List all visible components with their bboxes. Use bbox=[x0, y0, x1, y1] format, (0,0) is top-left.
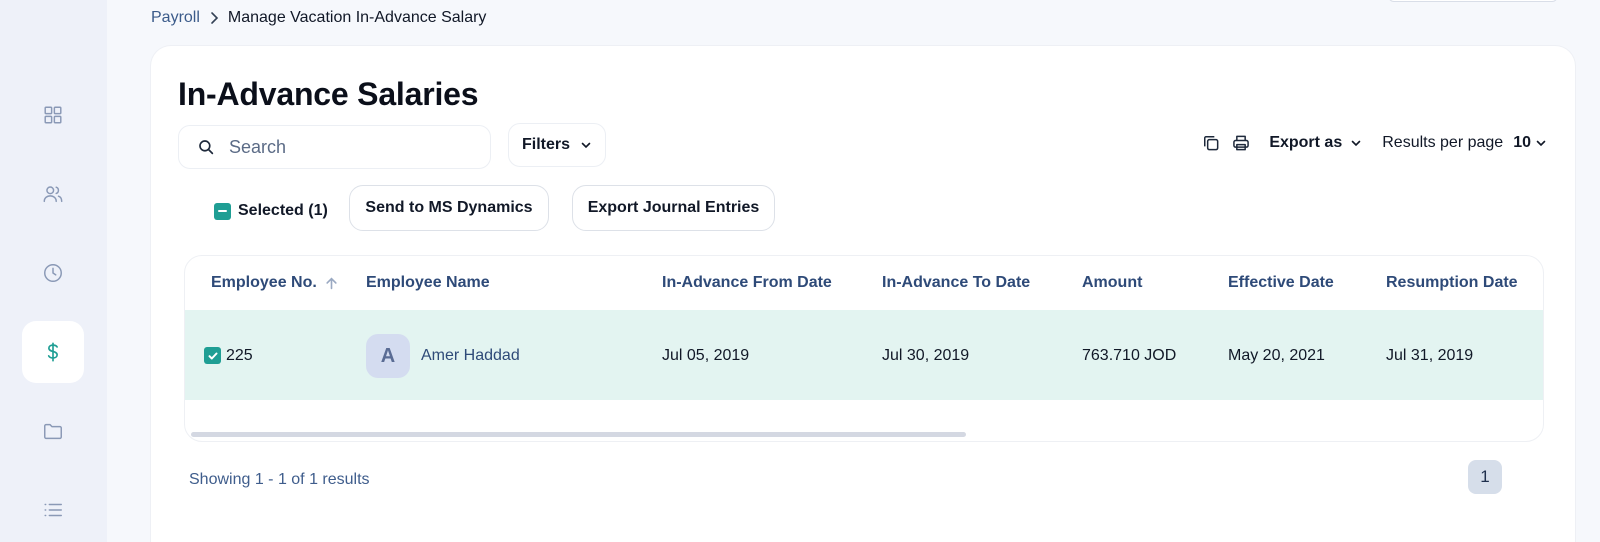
cell-to-date: Jul 30, 2019 bbox=[882, 347, 970, 364]
export-as-dropdown[interactable]: Export as bbox=[1269, 134, 1362, 152]
nav-dashboard[interactable] bbox=[22, 84, 84, 146]
cell-from-date: Jul 05, 2019 bbox=[662, 347, 750, 364]
results-per-page-select[interactable]: 10 bbox=[1513, 134, 1547, 152]
breadcrumb-payroll-link[interactable]: Payroll bbox=[151, 9, 200, 27]
nav-documents[interactable] bbox=[22, 400, 84, 462]
chevron-down-icon bbox=[1536, 140, 1546, 147]
column-header-effective-date[interactable]: Effective Date bbox=[1228, 274, 1334, 292]
send-to-ms-dynamics-button[interactable]: Send to MS Dynamics bbox=[349, 185, 549, 231]
column-header-to-date[interactable]: In-Advance To Date bbox=[882, 274, 1030, 292]
chevron-down-icon bbox=[581, 142, 591, 149]
content-card: In-Advance Salaries Filters Export as Re… bbox=[151, 46, 1575, 542]
column-label: Employee No. bbox=[211, 274, 317, 291]
page-title: In-Advance Salaries bbox=[178, 76, 479, 112]
selected-count-label: Selected (1) bbox=[238, 202, 328, 219]
nav-list[interactable] bbox=[22, 479, 84, 541]
results-per-page-label: Results per page bbox=[1382, 134, 1504, 151]
chevron-down-icon bbox=[1351, 140, 1361, 147]
clock-icon bbox=[44, 264, 62, 282]
horizontal-scrollbar[interactable] bbox=[191, 432, 966, 437]
avatar: A bbox=[366, 334, 410, 378]
export-as-label: Export as bbox=[1269, 134, 1343, 151]
breadcrumb-current: Manage Vacation In-Advance Salary bbox=[227, 9, 487, 26]
cell-employee-name-link[interactable]: Amer Haddad bbox=[421, 347, 520, 365]
row-checkbox[interactable] bbox=[204, 347, 221, 364]
sort-arrow-up-icon[interactable] bbox=[325, 276, 338, 290]
nav-employees[interactable] bbox=[22, 163, 84, 225]
selected-indicator[interactable]: Selected (1) bbox=[214, 202, 328, 220]
nav-payroll[interactable] bbox=[22, 321, 84, 383]
filters-button[interactable]: Filters bbox=[508, 123, 606, 167]
dollar-icon bbox=[47, 342, 58, 362]
search-input[interactable] bbox=[229, 136, 449, 158]
grid-icon bbox=[44, 106, 62, 124]
search-icon bbox=[199, 140, 214, 155]
table-row[interactable]: 225 A Amer Haddad Jul 05, 2019 Jul 30, 2… bbox=[185, 310, 1543, 400]
nav-attendance[interactable] bbox=[22, 242, 84, 304]
checkmark-icon bbox=[208, 352, 217, 359]
users-icon bbox=[43, 186, 63, 203]
data-table: Employee No. Employee Name In-Advance Fr… bbox=[184, 255, 1544, 442]
column-header-employee-no[interactable]: Employee No. bbox=[211, 274, 338, 292]
results-per-page-value: 10 bbox=[1513, 134, 1531, 151]
column-header-amount[interactable]: Amount bbox=[1082, 274, 1142, 292]
column-header-resumption-date[interactable]: Resumption Date bbox=[1386, 274, 1518, 292]
export-journal-entries-button[interactable]: Export Journal Entries bbox=[572, 185, 775, 231]
column-header-employee-name[interactable]: Employee Name bbox=[366, 274, 490, 292]
select-all-checkbox[interactable] bbox=[214, 202, 231, 220]
list-icon bbox=[44, 503, 62, 517]
toolbar-right: Export as Results per page 10 bbox=[1201, 133, 1547, 153]
top-right-control[interactable] bbox=[1388, 0, 1558, 2]
column-header-from-date[interactable]: In-Advance From Date bbox=[662, 274, 832, 292]
filters-label: Filters bbox=[521, 136, 570, 153]
breadcrumb: Payroll Manage Vacation In-Advance Salar… bbox=[151, 9, 486, 27]
copy-icon[interactable] bbox=[1201, 133, 1221, 153]
cell-resumption-date: Jul 31, 2019 bbox=[1386, 347, 1474, 364]
cell-effective-date: May 20, 2021 bbox=[1228, 347, 1325, 364]
cell-amount: 763.710 JOD bbox=[1082, 347, 1177, 364]
folder-icon bbox=[44, 423, 62, 440]
page-button-1[interactable]: 1 bbox=[1468, 460, 1502, 494]
chevron-right-icon bbox=[208, 11, 220, 25]
print-icon[interactable] bbox=[1231, 133, 1251, 153]
sidebar bbox=[0, 0, 107, 542]
pagination-summary: Showing 1 - 1 of 1 results bbox=[189, 471, 370, 488]
cell-employee-no: 225 bbox=[226, 347, 253, 364]
search-box[interactable] bbox=[178, 125, 491, 169]
table-header: Employee No. Employee Name In-Advance Fr… bbox=[185, 256, 1543, 310]
